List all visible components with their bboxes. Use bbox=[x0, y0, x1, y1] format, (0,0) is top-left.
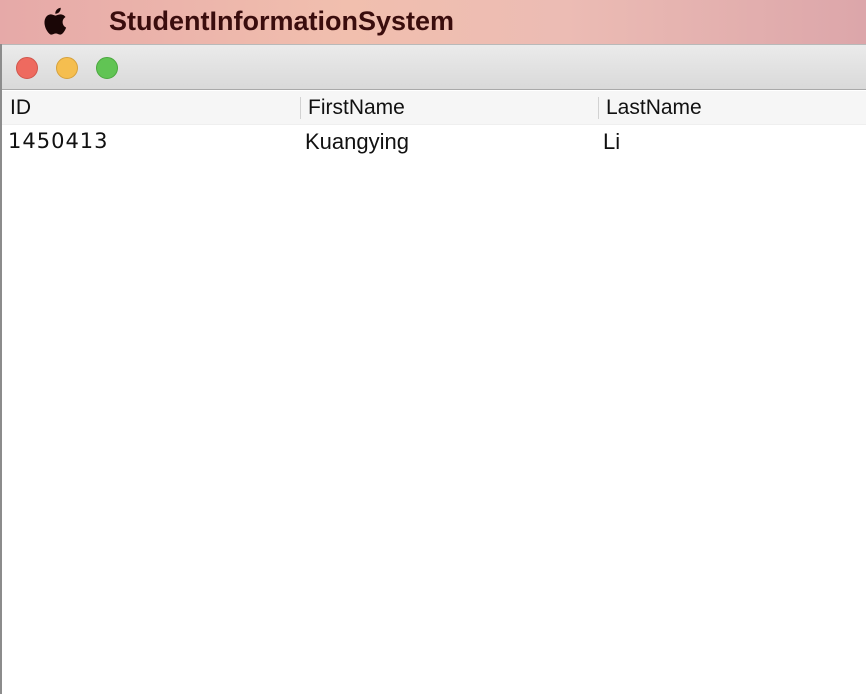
column-divider[interactable] bbox=[598, 97, 599, 119]
table-row[interactable]: 1450413 Kuangying Li bbox=[2, 125, 866, 158]
zoom-icon[interactable] bbox=[96, 57, 118, 79]
cell-lastname[interactable]: Li bbox=[603, 125, 620, 158]
student-table: ID FirstName LastName 1450413 Kuangying … bbox=[2, 91, 866, 158]
apple-logo-icon[interactable] bbox=[40, 4, 70, 38]
app-window: ID FirstName LastName 1450413 Kuangying … bbox=[0, 44, 866, 694]
menu-bar: StudentInformationSystem bbox=[0, 0, 866, 44]
column-header-lastname[interactable]: LastName bbox=[606, 91, 702, 124]
close-icon[interactable] bbox=[16, 57, 38, 79]
app-title[interactable]: StudentInformationSystem bbox=[109, 6, 454, 37]
cell-id[interactable]: 1450413 bbox=[8, 125, 109, 158]
column-divider[interactable] bbox=[300, 97, 301, 119]
window-titlebar[interactable] bbox=[2, 44, 866, 90]
cell-firstname[interactable]: Kuangying bbox=[305, 125, 409, 158]
column-header-id[interactable]: ID bbox=[10, 91, 31, 124]
column-header-firstname[interactable]: FirstName bbox=[308, 91, 405, 124]
table-header: ID FirstName LastName bbox=[2, 91, 866, 125]
minimize-icon[interactable] bbox=[56, 57, 78, 79]
